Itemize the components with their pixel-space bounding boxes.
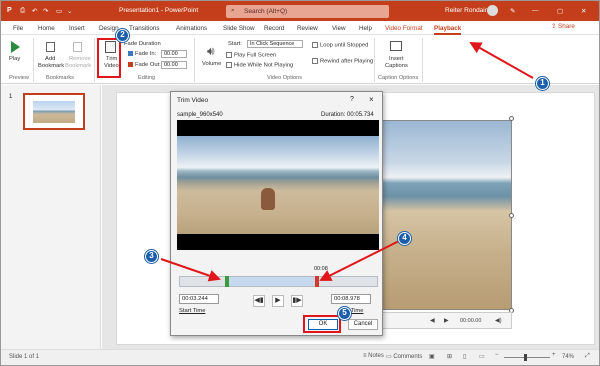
powerpoint-window: P ⎙ ↶ ↷ ▭ ⌄ Presentation1 - PowerPoint ⌕… [0, 0, 600, 366]
callout-2: 2 [116, 29, 129, 42]
annotation-arrows [160, 42, 534, 282]
ok-button-highlight [303, 315, 341, 333]
callout-5: 5 [338, 307, 351, 320]
arrow-to-playback-tab [469, 42, 534, 79]
callout-3: 3 [145, 250, 158, 263]
arrow-to-start-handle [160, 258, 221, 282]
callout-1: 1 [536, 77, 549, 90]
trim-video-highlight [97, 38, 121, 78]
callout-4: 4 [398, 232, 411, 245]
arrow-to-end-handle [319, 240, 400, 281]
